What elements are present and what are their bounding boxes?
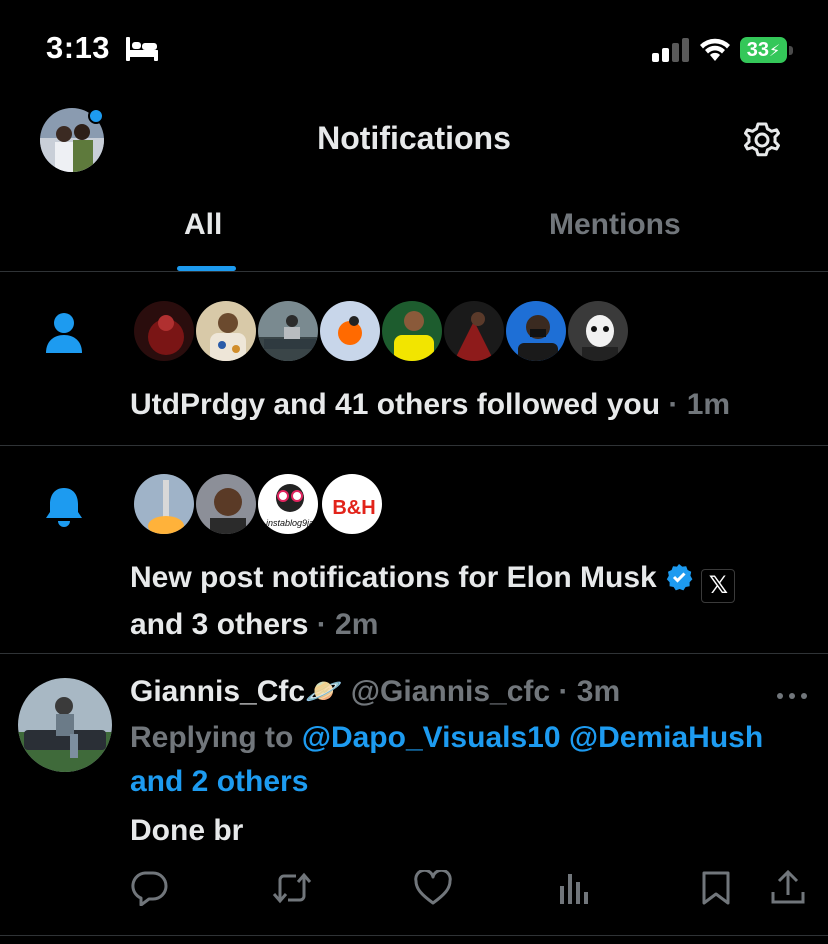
bh-logo-text: B&H xyxy=(332,497,375,519)
notification-time: · 1m xyxy=(668,388,731,421)
battery-level: 33 xyxy=(746,39,769,61)
notification-text-cont: and 3 others xyxy=(130,608,309,641)
bookmark-icon[interactable] xyxy=(700,870,732,911)
signal-icon xyxy=(652,38,690,67)
follower-avatar[interactable] xyxy=(256,299,320,363)
account-avatar[interactable]: B&H xyxy=(320,472,384,536)
wifi-icon xyxy=(698,36,732,67)
follower-avatar[interactable] xyxy=(132,299,196,363)
follower-avatar[interactable] xyxy=(442,299,506,363)
tab-indicator xyxy=(177,266,236,271)
tweet-author-name[interactable]: Giannis_Cfc xyxy=(130,675,305,708)
account-avatar[interactable] xyxy=(194,472,258,536)
person-icon xyxy=(44,311,84,360)
notification-text: New post notifications for Elon Musk xyxy=(130,561,657,594)
tab-mentions[interactable]: Mentions xyxy=(549,208,681,242)
mention-link[interactable]: @Dapo_Visuals10 xyxy=(302,721,561,754)
page-title: Notifications xyxy=(317,120,511,156)
tweet-time: · 3m xyxy=(558,675,621,708)
notification-text: UtdPrdgy and 41 others followed you xyxy=(130,388,661,421)
follower-avatar[interactable] xyxy=(504,299,568,363)
battery-icon: 33⚡ xyxy=(740,37,793,63)
retweet-icon[interactable] xyxy=(272,870,312,911)
follower-avatar[interactable] xyxy=(318,299,382,363)
follower-avatar[interactable] xyxy=(380,299,444,363)
tweet-avatar[interactable] xyxy=(18,678,112,772)
like-icon[interactable] xyxy=(414,868,452,911)
more-icon[interactable] xyxy=(776,688,808,706)
notification-new-post[interactable]: instablog9ja B&H New post notifications … xyxy=(0,446,828,654)
follower-avatar[interactable] xyxy=(566,299,630,363)
tweet-author-handle: @Giannis_cfc xyxy=(350,675,551,708)
share-icon[interactable] xyxy=(770,869,806,911)
follower-avatar[interactable] xyxy=(194,299,258,363)
replying-to-label: Replying to xyxy=(130,721,294,754)
tab-all[interactable]: All xyxy=(184,208,222,242)
views-icon[interactable] xyxy=(558,870,590,911)
planet-emoji: 🪐 xyxy=(305,675,343,708)
bed-icon xyxy=(125,36,159,67)
account-avatar[interactable]: instablog9ja xyxy=(256,472,320,536)
verified-badge-icon xyxy=(665,560,693,603)
reply-icon[interactable] xyxy=(130,870,168,911)
bell-icon xyxy=(44,486,84,533)
account-avatar[interactable] xyxy=(132,472,196,536)
mention-others-link[interactable]: and 2 others xyxy=(130,765,308,798)
gear-icon[interactable] xyxy=(740,118,784,167)
instablog9ja-logo-text: instablog9ja xyxy=(266,518,314,528)
notification-follow[interactable]: UtdPrdgy and 41 others followed you · 1m xyxy=(0,273,828,446)
tweet-reply[interactable]: Giannis_Cfc🪐 @Giannis_cfc · 3m Replying … xyxy=(0,654,828,936)
mention-link[interactable]: @DemiaHush xyxy=(569,721,763,754)
status-time: 3:13 xyxy=(46,30,111,65)
tab-bar: All Mentions xyxy=(0,190,828,272)
tweet-body: Done br xyxy=(130,814,244,847)
notification-time: · 2m xyxy=(316,608,379,641)
status-bar: 3:13 33⚡ xyxy=(0,0,828,100)
x-affiliate-badge: 𝕏 xyxy=(701,569,736,603)
